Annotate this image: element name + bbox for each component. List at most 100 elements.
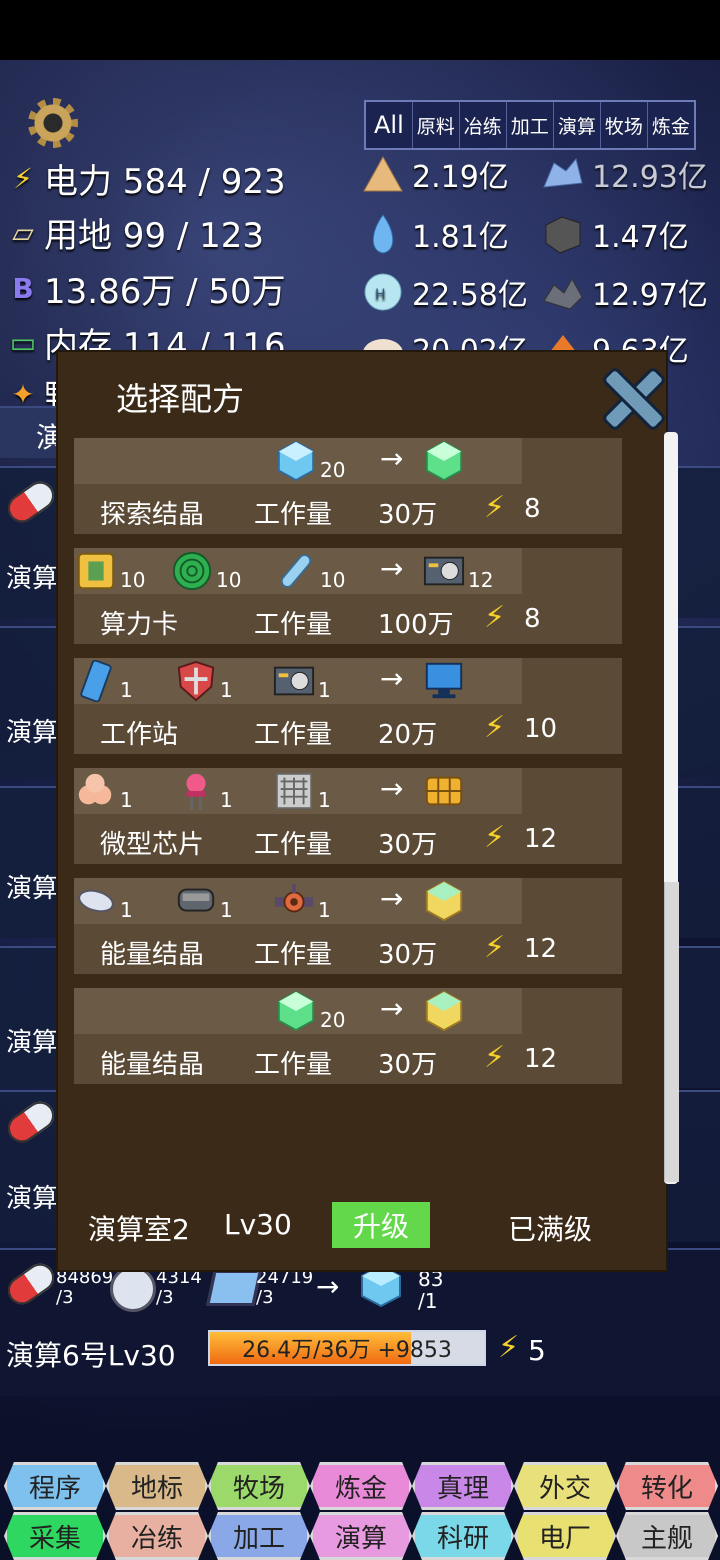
ingredient-qty: 10 xyxy=(216,568,242,592)
bg-room-label: 演算 xyxy=(6,874,59,904)
ingredient-qty: 1 xyxy=(318,898,331,922)
output-count: 83/1 xyxy=(418,1267,444,1313)
valve-icon xyxy=(274,883,314,913)
ingredient: 1 xyxy=(74,880,133,922)
ingredient: 1 xyxy=(272,660,331,702)
ingredient: 1 xyxy=(174,880,233,922)
nav-button[interactable]: 真理 xyxy=(412,1462,514,1510)
recipe-name: 能量结晶 xyxy=(100,1050,205,1080)
phone-icon xyxy=(80,660,112,702)
room-power: 5 xyxy=(528,1334,546,1367)
input-count-3: 24719/3 xyxy=(256,1267,314,1308)
modal-title: 选择配方 xyxy=(116,380,245,418)
ingredient-qty: 1 xyxy=(120,678,133,702)
nav-button[interactable]: 采集 xyxy=(4,1512,106,1560)
chip-card-icon xyxy=(77,552,115,590)
ingredient-qty: 1 xyxy=(120,788,133,812)
shield-icon xyxy=(177,660,215,702)
blue-ore-icon xyxy=(543,157,583,188)
material-sand: 2.19亿 xyxy=(360,152,509,196)
tab-compute[interactable]: 演算 xyxy=(554,102,601,148)
nav-button[interactable]: 电厂 xyxy=(514,1512,616,1560)
room-level: Lv30 xyxy=(224,1208,292,1241)
recipe-output xyxy=(422,440,468,482)
work-amount: 20万 xyxy=(378,720,438,750)
tab-smelt[interactable]: 冶练 xyxy=(460,102,507,148)
nav-button[interactable]: 科研 xyxy=(412,1512,514,1560)
map-icon: ▱ xyxy=(12,216,34,249)
arrow-icon: → xyxy=(380,992,404,1025)
radar-disc-icon xyxy=(172,551,212,591)
close-icon[interactable] xyxy=(598,364,662,428)
upgrade-button[interactable]: 升级 xyxy=(332,1202,430,1248)
recipe-output xyxy=(422,660,468,702)
test-tube-icon xyxy=(280,554,312,588)
recipe-power: 8 xyxy=(524,494,541,524)
ingredient-qty: 20 xyxy=(320,458,346,482)
svg-text:H: H xyxy=(375,287,386,303)
work-amount: 30万 xyxy=(378,940,438,970)
recipe-output: 12 xyxy=(422,550,493,592)
scrollbar[interactable] xyxy=(664,432,679,1184)
recipe-power: 12 xyxy=(524,824,558,854)
work-label: 工作量 xyxy=(254,1050,333,1080)
recipe-name: 工作站 xyxy=(100,720,179,750)
sand-pile-icon xyxy=(363,155,403,192)
tab-ranch[interactable]: 牧场 xyxy=(601,102,648,148)
nav-button[interactable]: 程序 xyxy=(4,1462,106,1510)
tab-raw[interactable]: 原料 xyxy=(413,102,460,148)
nav-button[interactable]: 冶练 xyxy=(106,1512,208,1560)
nav-button[interactable]: 地标 xyxy=(106,1462,208,1510)
lightning-icon: ⚡ xyxy=(13,162,33,195)
recipe-name: 能量结晶 xyxy=(100,940,205,970)
recipe-row[interactable]: 10 10 10 → 12 算力卡 工作量 100万 ⚡ 8 xyxy=(74,548,622,644)
partial-tab[interactable]: 演 xyxy=(0,406,64,458)
arrow-icon: → xyxy=(380,772,404,805)
status-bar xyxy=(0,0,720,60)
led-icon xyxy=(186,773,206,811)
output-qty: 12 xyxy=(468,568,494,592)
progress-bar: 26.4万/36万 +9853 xyxy=(208,1330,486,1366)
settings-gear-icon[interactable] xyxy=(28,98,78,148)
lightning-icon: ⚡ xyxy=(484,930,506,965)
nav-button[interactable]: 主舰 xyxy=(616,1512,718,1560)
recipe-modal: 选择配方 20 → 探索结晶 工作量 30万 ⚡ 8 10 10 10 → 12 算力卡 工作量 100万 ⚡… xyxy=(56,350,679,1272)
scrollbar-thumb[interactable] xyxy=(664,882,679,1182)
recipe-row[interactable]: 20 → 探索结晶 工作量 30万 ⚡ 8 xyxy=(74,438,622,534)
nav-button[interactable]: 转化 xyxy=(616,1462,718,1510)
astronaut-icon xyxy=(110,1266,156,1312)
recipe-row[interactable]: 1 1 1 → 能量结晶 工作量 30万 ⚡ 12 xyxy=(74,878,622,974)
energy-crystal-icon xyxy=(425,880,463,922)
recipe-output xyxy=(422,880,468,922)
recipe-power: 12 xyxy=(524,1044,558,1074)
material-water: 1.81亿 xyxy=(360,212,509,256)
work-amount: 30万 xyxy=(378,500,438,530)
money-stat: B 13.86万 / 50万 xyxy=(6,264,285,313)
material-ore: 12.93亿 xyxy=(540,152,708,196)
nav-button[interactable]: 外交 xyxy=(514,1462,616,1510)
bg-room-label: 演算 xyxy=(6,1184,59,1214)
arrow-icon: → xyxy=(316,1270,340,1303)
recipe-row[interactable]: 20 → 能量结晶 工作量 30万 ⚡ 12 xyxy=(74,988,622,1084)
arrow-icon: → xyxy=(380,882,404,915)
recipe-row[interactable]: 1 1 1 → 微型芯片 工作量 30万 ⚡ 12 xyxy=(74,768,622,864)
ingredient: 20 xyxy=(274,990,345,1032)
ingredient: 1 xyxy=(272,770,331,812)
lightning-icon: ⚡ xyxy=(484,490,506,525)
recipe-output xyxy=(422,770,468,812)
recipe-row[interactable]: 1 1 1 → 工作站 工作量 20万 ⚡ 10 xyxy=(74,658,622,754)
nav-button[interactable]: 演算 xyxy=(310,1512,412,1560)
nav-button[interactable]: 牧场 xyxy=(208,1462,310,1510)
nav-button[interactable]: 加工 xyxy=(208,1512,310,1560)
tab-process[interactable]: 加工 xyxy=(507,102,554,148)
iron-ore-icon xyxy=(543,277,583,310)
nav-button[interactable]: 炼金 xyxy=(310,1462,412,1510)
recipe-name: 算力卡 xyxy=(100,610,179,640)
ingredient: 1 xyxy=(272,880,331,922)
tab-all[interactable]: All xyxy=(366,102,413,148)
recipe-output xyxy=(422,990,468,1032)
ram-icon: ▭ xyxy=(9,326,37,359)
dough-icon xyxy=(78,773,112,805)
material-iron: 12.97亿 xyxy=(540,270,708,314)
tab-alchemy[interactable]: 炼金 xyxy=(648,102,694,148)
